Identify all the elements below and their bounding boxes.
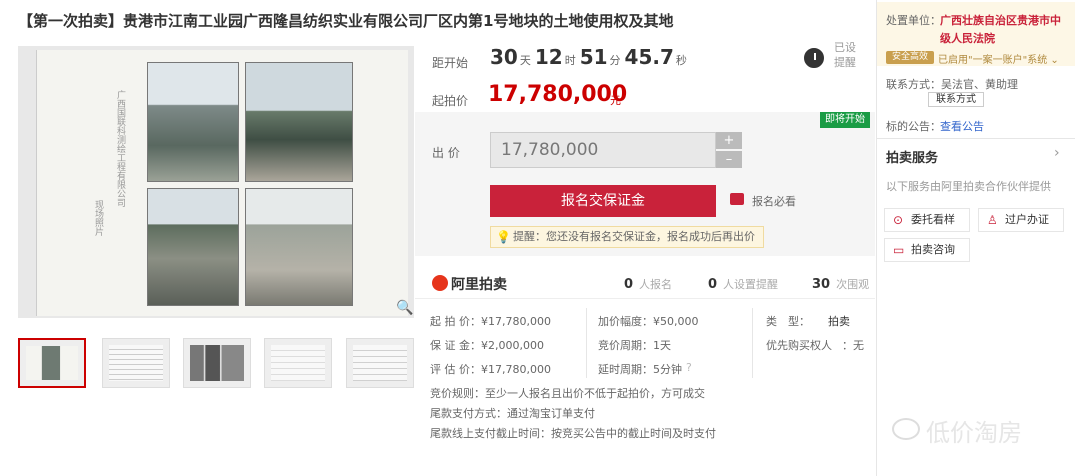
start-price-unit: 元: [610, 94, 621, 107]
agency-label: 处置单位：: [886, 14, 941, 27]
ali-auction-brand: 阿里拍卖: [451, 277, 507, 293]
doc-company-text: 广西国联科测绘工程有限公司: [115, 90, 125, 207]
page-title: 【第一次拍卖】贵港市江南工业园广西隆昌纺织实业有限公司厂区内第1号地块的土地使用…: [18, 12, 674, 30]
coins-icon: [730, 193, 744, 205]
location-icon: ⊙: [893, 213, 904, 227]
site-photo-3: [147, 188, 239, 306]
days-unit: 天: [519, 54, 531, 67]
detail-deposit: 保 证 金：¥2,000,000: [430, 339, 544, 352]
status-badge: 即将开始: [820, 112, 870, 128]
agency-name-line2[interactable]: 级人民法院: [940, 30, 995, 46]
detail-priority: 优先购买权人: [766, 339, 832, 352]
reminder-count: 0 人设置提醒: [708, 277, 779, 292]
detail-rule: 竞价规则：至少一人报名且出价不低于起拍价，方可成交: [430, 387, 705, 400]
countdown-label: 距开始: [432, 56, 469, 70]
doc-caption-text: 现场照片: [93, 200, 103, 236]
countdown-hours: 12: [534, 45, 563, 69]
thumbnail-5[interactable]: [346, 338, 414, 388]
user-icon: ♙: [987, 213, 998, 227]
contact-info: 联系方式：吴法官、黄助理: [886, 78, 1018, 91]
alarm-clock-icon[interactable]: [804, 48, 824, 68]
survey-document: 广西国联科测绘工程有限公司 现场照片: [36, 50, 408, 316]
reminder-set-label[interactable]: 已设提醒: [834, 40, 864, 70]
service-description: 以下服务由阿里拍卖合作伙伴提供: [886, 180, 1051, 193]
entrust-viewing-button[interactable]: ⊙ 委托看样: [884, 208, 970, 232]
hours-unit: 时: [564, 54, 576, 67]
countdown-minutes: 51: [579, 45, 608, 69]
thumbnail-2[interactable]: [102, 338, 170, 388]
auction-service-title: 拍卖服务: [886, 151, 939, 166]
register-deposit-button[interactable]: 报名交保证金: [490, 185, 716, 217]
start-price-label: 起拍价: [432, 94, 469, 108]
ali-auction-logo-icon: [432, 275, 448, 291]
reminder-tip: 提醒：您还没有报名交保证金，报名成功后再出价: [490, 226, 764, 248]
site-photo-1: [147, 62, 239, 182]
detail-start-price: 起 拍 价：¥17,780,000: [430, 315, 551, 328]
site-photo-4: [245, 188, 353, 306]
main-image[interactable]: 广西国联科测绘工程有限公司 现场照片: [18, 46, 414, 318]
bid-label: 出 价: [432, 146, 460, 160]
divider: [877, 138, 1075, 139]
countdown-days: 30: [490, 45, 518, 69]
transfer-certificate-button[interactable]: ♙ 过户办证: [978, 208, 1064, 232]
auction-consult-button[interactable]: ▭ 拍卖咨询: [884, 238, 970, 262]
increase-bid-button[interactable]: +: [716, 132, 742, 149]
start-price-value: 17,780,000: [488, 82, 628, 107]
chat-icon: ▭: [893, 243, 905, 257]
decrease-bid-button[interactable]: –: [716, 151, 742, 168]
detail-priority-value: ：无: [842, 339, 864, 352]
thumbnail-1[interactable]: [18, 338, 86, 388]
zoom-icon[interactable]: 🔍: [396, 300, 413, 316]
watermark: 低价淘房: [926, 419, 1022, 447]
detail-deadline: 尾款线上支付截止时间：按竞买公告中的截止时间及时支付: [430, 427, 716, 440]
verified-badge: 安全高效: [886, 51, 934, 64]
detail-cycle: 竞价周期：1天: [598, 339, 671, 352]
detail-type-value: 拍卖: [828, 315, 850, 328]
wechat-icon: [892, 418, 920, 440]
contact-button[interactable]: 联系方式: [928, 92, 984, 107]
registered-count: 0 人报名: [624, 277, 673, 292]
help-icon[interactable]: ?: [686, 361, 692, 374]
countdown-seconds: 45.7: [624, 45, 674, 69]
must-read-link[interactable]: 报名必看: [752, 193, 796, 209]
divider: [415, 298, 875, 299]
detail-assessed-price: 评 估 价：¥17,780,000: [430, 363, 551, 376]
divider: [586, 308, 587, 378]
view-count: 30 次围观: [812, 277, 870, 292]
detail-type-label: 类 型：: [766, 315, 810, 328]
view-announcement-link[interactable]: 查看公告: [940, 118, 984, 134]
seconds-unit: 秒: [675, 54, 687, 67]
minutes-unit: 分: [609, 54, 621, 67]
announcement-label: 标的公告：: [886, 120, 941, 133]
bid-amount-input[interactable]: 17,780,000: [490, 132, 716, 168]
divider: [752, 308, 753, 378]
detail-payment: 尾款支付方式：通过淘宝订单支付: [430, 407, 595, 420]
detail-increment: 加价幅度：¥50,000: [598, 315, 699, 328]
thumbnail-3[interactable]: [183, 338, 251, 388]
site-photo-2: [245, 62, 353, 182]
chevron-right-icon[interactable]: ›: [1054, 145, 1060, 161]
countdown-timer: 30 天 12 时 51 分 45.7 秒: [490, 45, 691, 69]
agency-name-line1[interactable]: 广西壮族自治区贵港市中: [940, 12, 1061, 28]
lightbulb-icon: 💡: [496, 230, 511, 244]
one-case-account-link[interactable]: 已启用"一案一账户"系统 ⌄: [938, 51, 1059, 66]
thumbnail-4[interactable]: [264, 338, 332, 388]
detail-extension: 延时周期：5分钟: [598, 363, 682, 376]
